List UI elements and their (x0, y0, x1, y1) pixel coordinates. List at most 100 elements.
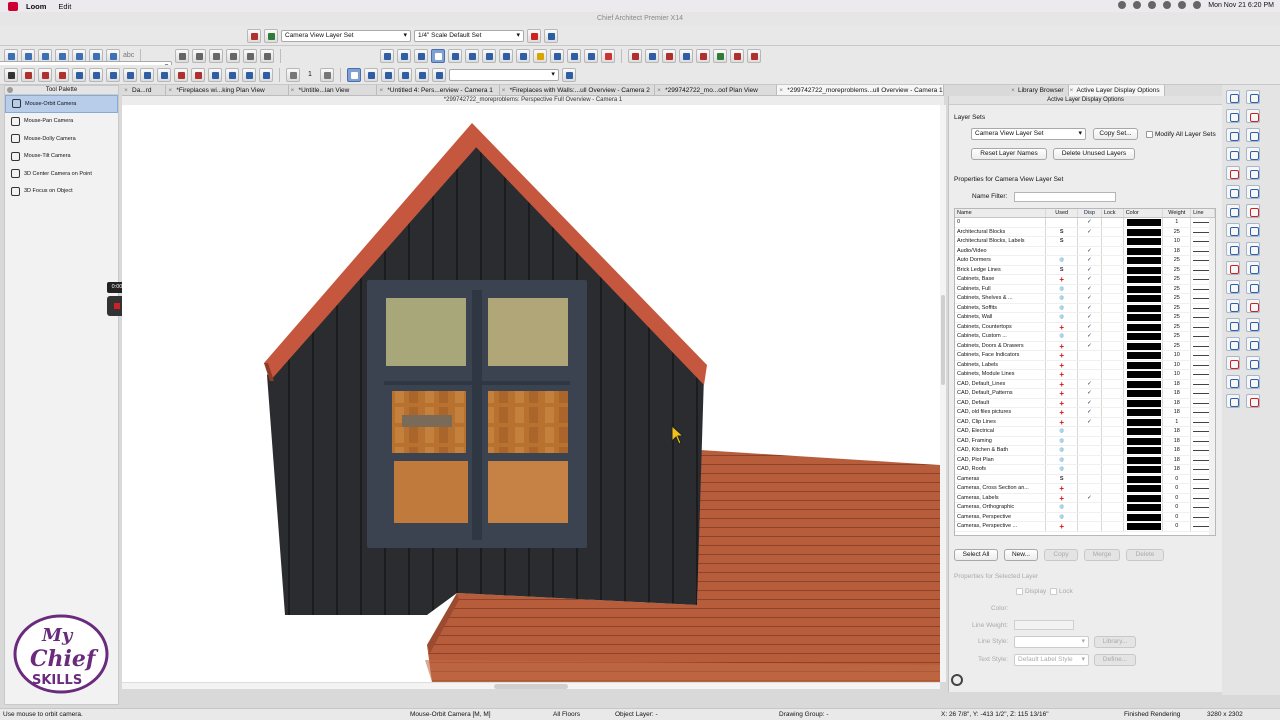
snap-icon[interactable] (431, 67, 446, 82)
curve-icon[interactable] (1226, 242, 1240, 256)
layer-lock-toggle[interactable] (1102, 332, 1124, 341)
walkthrough-icon[interactable] (465, 48, 480, 63)
room-icon[interactable] (55, 67, 69, 82)
layer-color[interactable] (1124, 446, 1164, 455)
tab-library-browser[interactable]: Library Browser (1010, 85, 1069, 96)
layer-lock-toggle[interactable] (1102, 446, 1124, 455)
layer-lock-toggle[interactable] (1102, 417, 1124, 426)
layer-tool-icon[interactable] (527, 28, 541, 43)
layer-row[interactable]: Cameras, Labels + ✓ 0 (955, 493, 1215, 503)
layer-color[interactable] (1124, 332, 1164, 341)
layer-lock-toggle[interactable] (1102, 275, 1124, 284)
spell-check-icon[interactable]: abc (123, 52, 134, 59)
window-tool-icon[interactable] (679, 48, 694, 63)
layer-display-toggle[interactable] (1078, 474, 1102, 483)
library-icon[interactable] (242, 67, 256, 82)
layer-display-toggle[interactable]: ✓ (1078, 303, 1102, 312)
layer-display-toggle[interactable] (1078, 512, 1102, 521)
name-filter-input[interactable] (1014, 192, 1116, 202)
layer-color[interactable] (1124, 408, 1164, 417)
layer-row[interactable]: Cabinets, Soffits ◍ ✓ 25 (955, 303, 1215, 313)
layer-color[interactable] (1124, 436, 1164, 445)
layer-weight[interactable]: 10 (1163, 360, 1192, 369)
garage-icon[interactable] (191, 67, 205, 82)
layer-color[interactable] (1124, 275, 1164, 284)
layer-lock-toggle[interactable] (1102, 503, 1124, 512)
layer-row[interactable]: Cameras, Cross Section an... +0 (955, 484, 1215, 494)
layer-row[interactable]: Cabinets, Module Lines +10 (955, 370, 1215, 380)
layer-weight[interactable]: 25 (1163, 227, 1192, 236)
dimension-icon[interactable] (72, 67, 86, 82)
layer-weight[interactable]: 18 (1163, 465, 1192, 474)
layer-lock-toggle[interactable] (1102, 256, 1124, 265)
layer-lock-toggle[interactable] (1102, 265, 1124, 274)
menubar-clock[interactable]: Mon Nov 21 6:20 PM (1208, 2, 1274, 9)
layer-row[interactable]: CAD, old files pictures + ✓ 18 (955, 408, 1215, 418)
battery-icon[interactable] (1178, 1, 1187, 9)
layer-display-toggle[interactable]: ✓ (1078, 493, 1102, 502)
layer-row[interactable]: Cameras, Perspective ◍ 0 (955, 512, 1215, 522)
roof-icon[interactable] (157, 67, 171, 82)
scroll-thumb[interactable] (494, 684, 568, 689)
move-icon[interactable] (1246, 318, 1260, 332)
railing-icon[interactable] (38, 67, 52, 82)
layer-weight[interactable]: 10 (1163, 370, 1192, 379)
layer-row[interactable]: CAD, Default_Patterns + ✓ 18 (955, 389, 1215, 399)
layer-color[interactable] (1124, 246, 1164, 255)
layer-row[interactable]: Architectural Blocks S ✓ 25 (955, 227, 1215, 237)
col-lock[interactable]: Lock (1102, 209, 1124, 217)
layer-lock-toggle[interactable] (1102, 313, 1124, 322)
layer-weight[interactable]: 0 (1163, 522, 1192, 531)
layer-display-toggle[interactable]: ✓ (1078, 265, 1102, 274)
layer-row[interactable]: CAD, Plot Plan ◍ 18 (955, 455, 1215, 465)
layer-weight[interactable]: 18 (1163, 446, 1192, 455)
layer-lock-toggle[interactable] (1102, 427, 1124, 436)
layer-row[interactable]: Cameras S 0 (955, 474, 1215, 484)
layer-lock-toggle[interactable] (1102, 493, 1124, 502)
layer-row[interactable]: Auto Dormers ◍ ✓ 25 (955, 256, 1215, 266)
layer-weight[interactable]: 18 (1163, 427, 1192, 436)
cabinet-icon[interactable] (89, 67, 103, 82)
layer-lock-toggle[interactable] (1102, 465, 1124, 474)
scale-set-select[interactable]: 1/4" Scale Default Set (414, 29, 524, 42)
layer-row[interactable]: CAD, Default + ✓ 18 (955, 398, 1215, 408)
wall-detail-icon[interactable] (1226, 185, 1240, 199)
col-name[interactable]: Name (955, 209, 1047, 217)
stairs-icon[interactable] (140, 67, 154, 82)
layer-color[interactable] (1124, 227, 1164, 236)
join-icon[interactable] (1246, 356, 1260, 370)
hand-icon[interactable] (561, 67, 576, 82)
layer-weight[interactable]: 0 (1163, 503, 1192, 512)
layer-color[interactable] (1124, 218, 1164, 227)
line-style-select[interactable] (1014, 636, 1089, 648)
layer-color[interactable] (1124, 389, 1164, 398)
layer-row[interactable]: Cabinets, Shelves & ... ◍ ✓ 25 (955, 294, 1215, 304)
layer-display-toggle[interactable]: ✓ (1078, 256, 1102, 265)
tool-mouse-orbit-camera[interactable]: Mouse-Orbit Camera (5, 95, 118, 113)
delete-unused-layers-button[interactable]: Delete Unused Layers (1053, 148, 1135, 160)
arc-tool-icon[interactable] (1226, 223, 1240, 237)
layer-color[interactable] (1124, 503, 1164, 512)
layer-color[interactable] (1124, 379, 1164, 388)
view-select[interactable] (448, 68, 559, 81)
layer-display-toggle[interactable] (1078, 484, 1102, 493)
layer-display-toggle[interactable]: ✓ (1078, 398, 1102, 407)
hand-tool-icon[interactable] (544, 28, 558, 43)
layer-weight[interactable]: 25 (1163, 294, 1192, 303)
layer-lock-toggle[interactable] (1102, 360, 1124, 369)
scroll-thumb[interactable] (941, 295, 945, 385)
wifi-icon[interactable] (1163, 1, 1172, 9)
layer-display-toggle[interactable] (1078, 522, 1102, 531)
zoom-out-icon[interactable] (1246, 128, 1260, 142)
perspective-view-icon[interactable] (431, 48, 446, 63)
layer-lock-toggle[interactable] (1102, 522, 1124, 531)
eyedropper-icon[interactable] (567, 48, 582, 63)
layer-display-toggle[interactable]: ✓ (1078, 408, 1102, 417)
layer-display-toggle[interactable]: ✓ (1078, 246, 1102, 255)
copy-icon[interactable] (1246, 242, 1260, 256)
resize-icon[interactable] (1226, 318, 1240, 332)
layer-row[interactable]: Cabinets, Face Indicators +10 (955, 351, 1215, 361)
reflect-icon[interactable] (1246, 299, 1260, 313)
layer-display-toggle[interactable]: ✓ (1078, 341, 1102, 350)
rotate-icon[interactable] (1226, 299, 1240, 313)
